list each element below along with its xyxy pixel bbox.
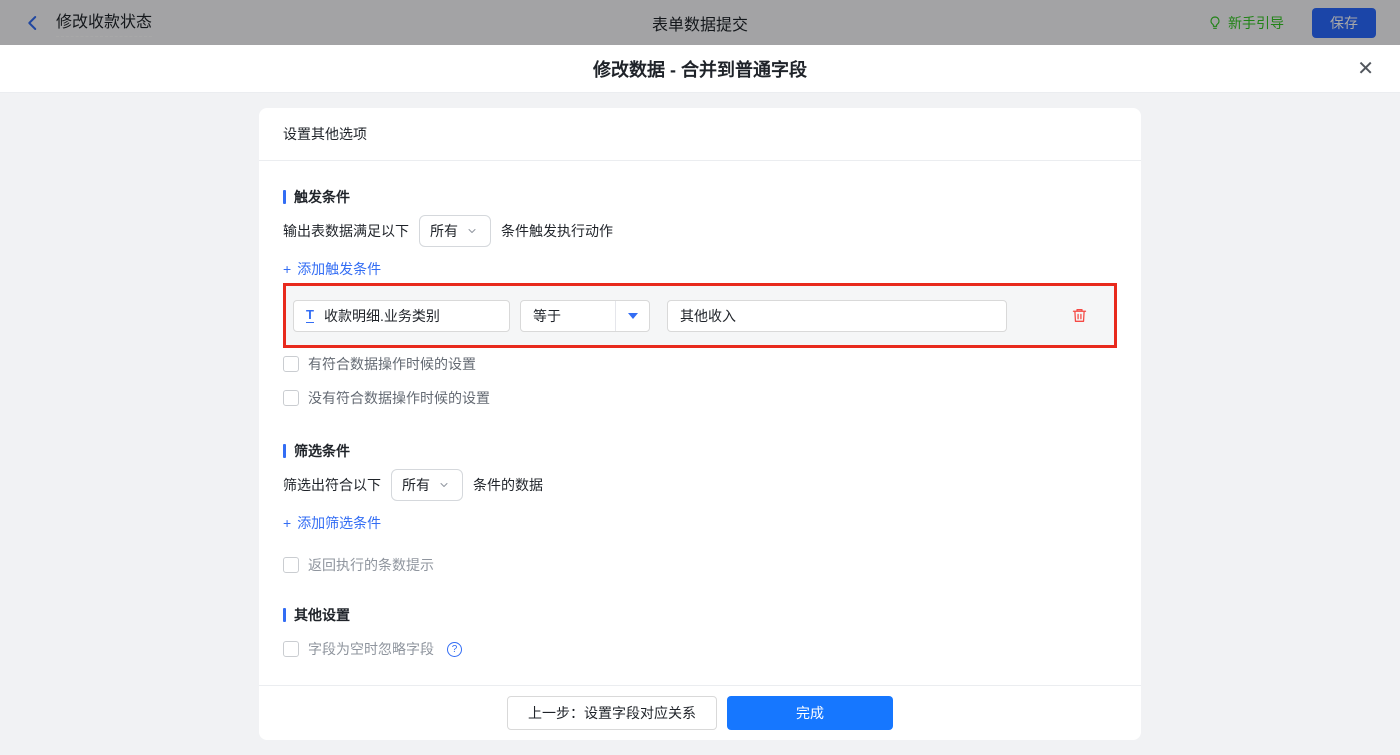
- top-nav-bar: 修改收款状态 表单数据提交 新手引导 保存: [0, 0, 1400, 45]
- panel-footer: 上一步：设置字段对应关系 完成: [259, 685, 1141, 740]
- delete-condition-button[interactable]: [1071, 307, 1088, 324]
- chevron-down-icon: [440, 483, 448, 487]
- done-button[interactable]: 完成: [727, 696, 893, 730]
- page-title: 表单数据提交: [651, 16, 749, 34]
- dialog-header: 修改数据 - 合并到普通字段 ✕: [0, 45, 1400, 93]
- condition-field-value: 收款明细.业务类别: [323, 307, 440, 324]
- help-icon[interactable]: ?: [447, 641, 462, 657]
- has-match-label: 有符合数据操作时候的设置: [308, 356, 476, 372]
- operator-dropdown-zone[interactable]: [615, 300, 649, 331]
- close-icon[interactable]: ✕: [1357, 59, 1374, 79]
- trigger-condition-row: T 收款明细.业务类别 等于 其他收入: [283, 283, 1117, 348]
- dialog-title: 修改数据 - 合并到普通字段: [593, 59, 807, 80]
- condition-field-input[interactable]: T 收款明细.业务类别: [293, 299, 510, 332]
- panel-section-header: 设置其他选项: [259, 108, 1141, 161]
- filter-sentence-prefix: 筛选出符合以下: [283, 477, 381, 493]
- trigger-sentence-suffix: 条件触发执行动作: [501, 223, 613, 239]
- filter-sentence-suffix: 条件的数据: [473, 477, 543, 493]
- section-accent-bar: [283, 190, 286, 204]
- trigger-sentence-prefix: 输出表数据满足以下: [283, 223, 409, 239]
- return-count-checkbox[interactable]: [283, 557, 299, 573]
- options-panel: 设置其他选项 触发条件 输出表数据满足以下 所有 条件触发执行动作 + 添加触发…: [259, 108, 1141, 740]
- condition-operator-value: 等于: [533, 307, 561, 324]
- section-accent-bar: [283, 444, 286, 458]
- section-accent-bar: [283, 608, 286, 622]
- no-match-label: 没有符合数据操作时候的设置: [308, 390, 490, 406]
- trash-icon: [1072, 309, 1087, 322]
- ignore-empty-row: 字段为空时忽略字段 ?: [283, 639, 1117, 659]
- no-match-checkbox[interactable]: [283, 390, 299, 406]
- add-trigger-condition-link[interactable]: + 添加触发条件: [283, 259, 381, 279]
- chevron-down-icon: [468, 229, 476, 233]
- has-match-checkbox[interactable]: [283, 356, 299, 372]
- filter-match-sentence: 筛选出符合以下 所有 条件的数据: [283, 469, 1117, 501]
- ignore-empty-label: 字段为空时忽略字段: [308, 641, 434, 657]
- dialog-body: 设置其他选项 触发条件 输出表数据满足以下 所有 条件触发执行动作 + 添加触发…: [0, 108, 1400, 755]
- filter-section-title: 筛选条件: [283, 443, 1117, 459]
- node-name-label[interactable]: 修改收款状态: [56, 8, 153, 37]
- trigger-match-sentence: 输出表数据满足以下 所有 条件触发执行动作: [283, 215, 1117, 247]
- plus-icon: +: [283, 261, 292, 277]
- condition-value-input[interactable]: 其他收入: [667, 299, 1007, 332]
- condition-operator-select[interactable]: 等于: [520, 299, 650, 332]
- text-field-type-icon: T: [306, 307, 314, 323]
- back-icon[interactable]: [24, 14, 42, 32]
- plus-icon: +: [283, 515, 292, 531]
- filter-match-select[interactable]: 所有: [391, 469, 463, 501]
- beginner-guide-link[interactable]: 新手引导: [1207, 13, 1284, 33]
- other-section-title: 其他设置: [283, 607, 1117, 623]
- dropdown-arrow-icon: [627, 312, 638, 319]
- return-count-label: 返回执行的条数提示: [308, 557, 434, 573]
- lightbulb-icon: [1210, 15, 1220, 29]
- previous-step-button[interactable]: 上一步：设置字段对应关系: [507, 696, 717, 730]
- condition-value-text: 其他收入: [680, 307, 736, 324]
- trigger-match-select[interactable]: 所有: [419, 215, 491, 247]
- add-filter-condition-link[interactable]: + 添加筛选条件: [283, 513, 381, 533]
- return-count-row: 返回执行的条数提示: [283, 555, 1117, 575]
- trigger-section-title: 触发条件: [283, 189, 1117, 205]
- beginner-guide-label: 新手引导: [1228, 14, 1284, 31]
- has-match-setting-row: 有符合数据操作时候的设置: [283, 354, 1117, 374]
- save-button[interactable]: 保存: [1312, 7, 1376, 38]
- ignore-empty-checkbox[interactable]: [283, 641, 299, 657]
- no-match-setting-row: 没有符合数据操作时候的设置: [283, 388, 1117, 408]
